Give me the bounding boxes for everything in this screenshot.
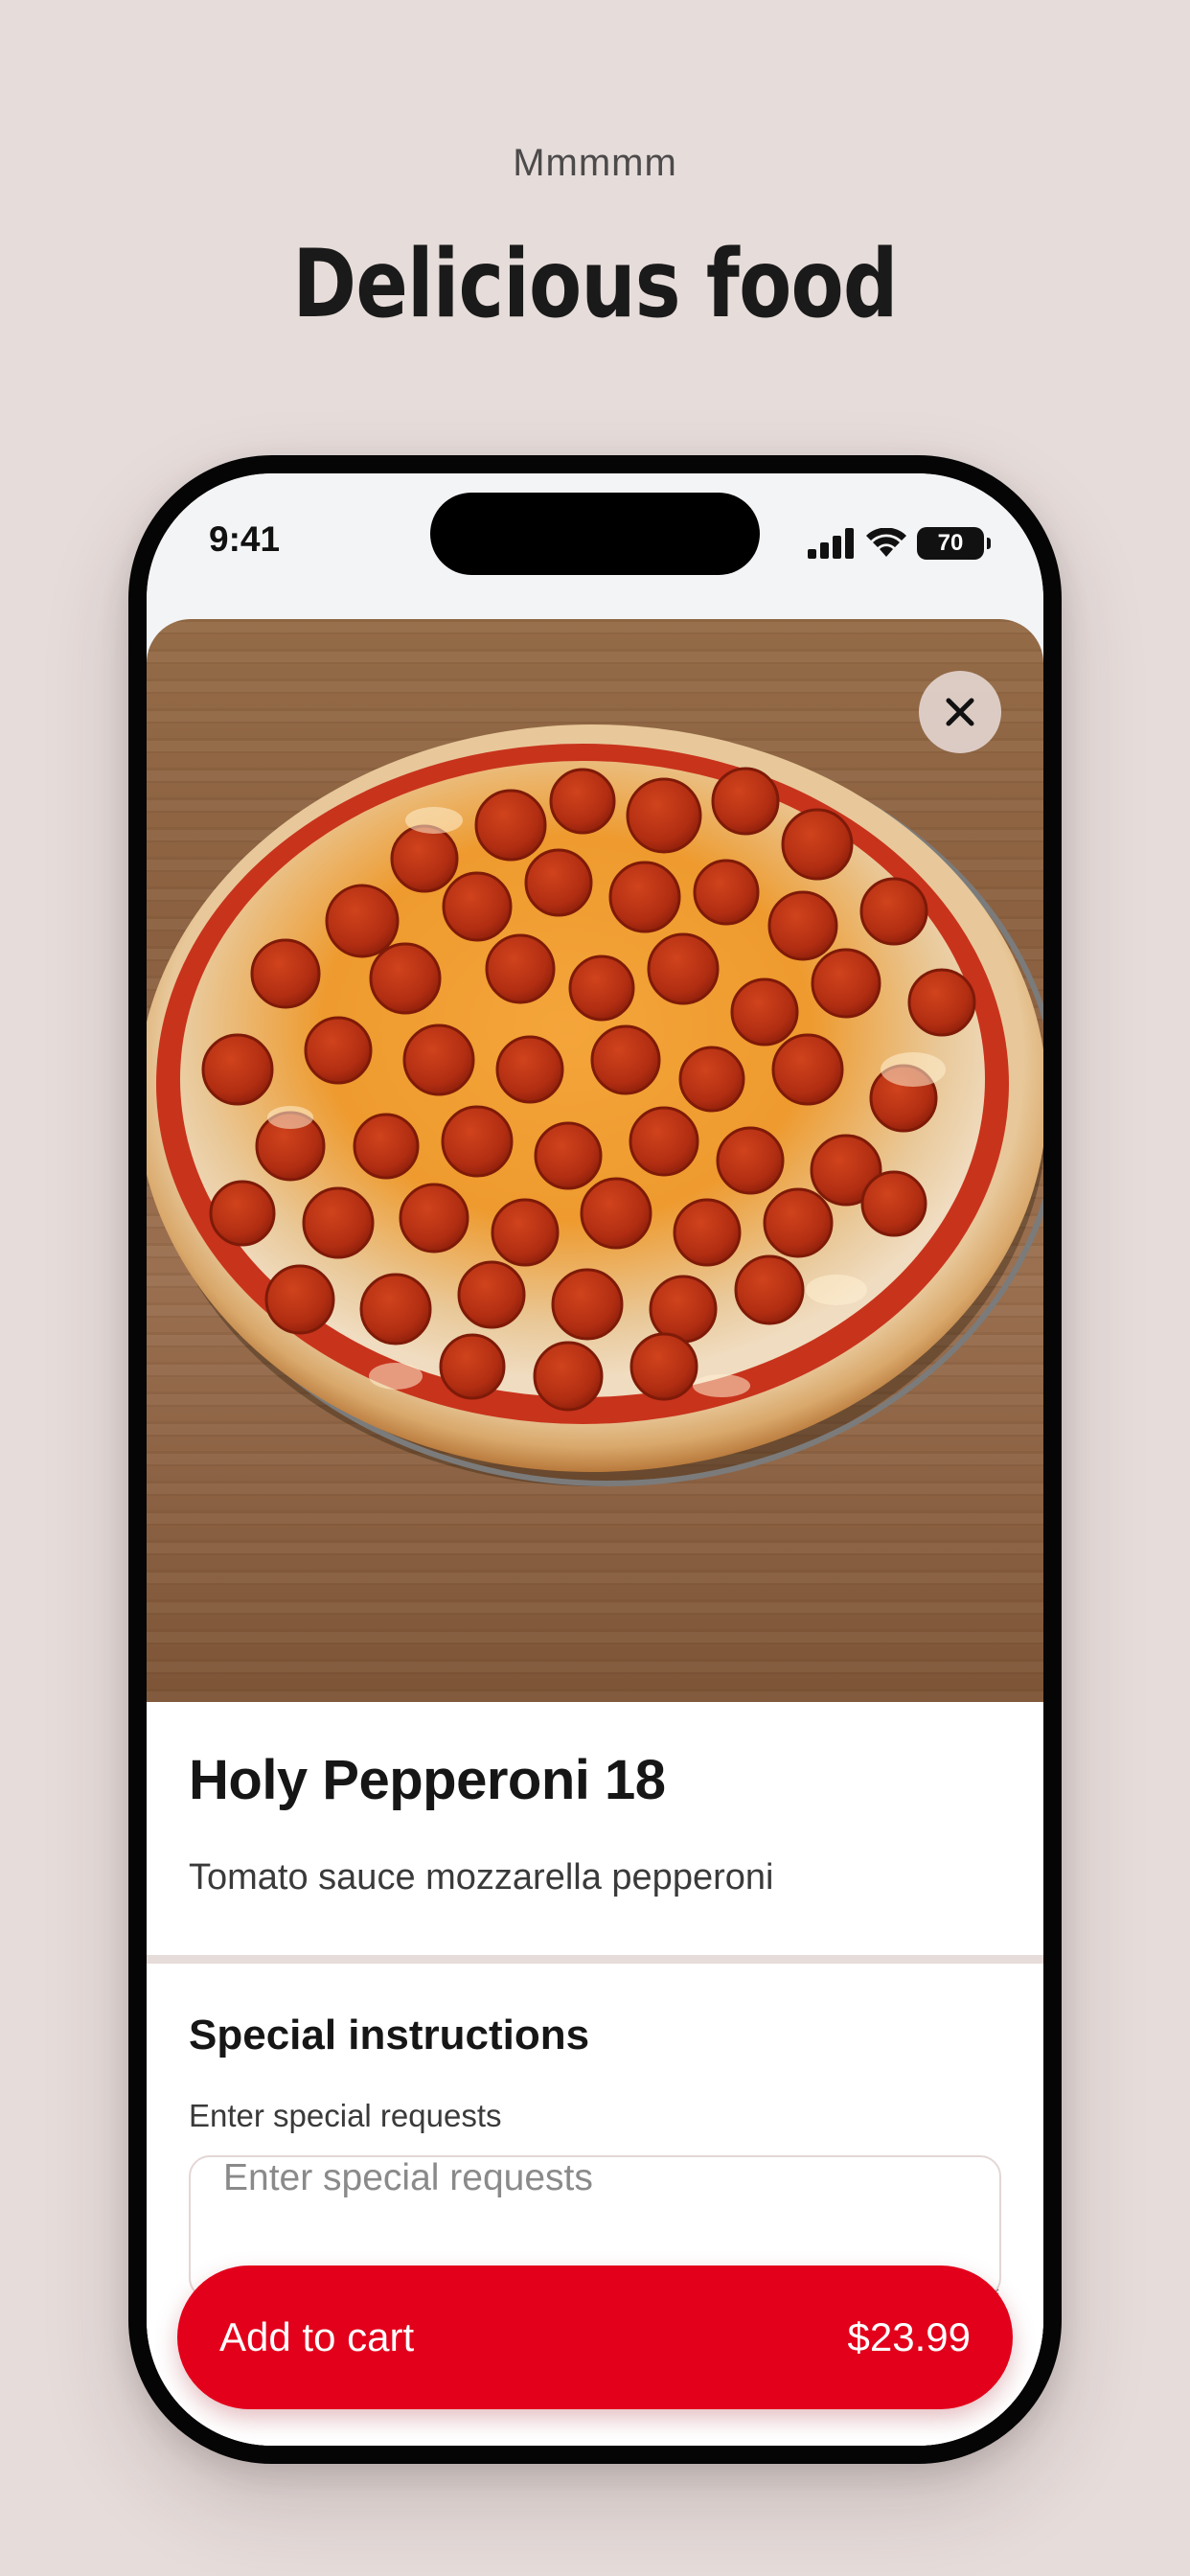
add-to-cart-label: Add to cart [219, 2314, 415, 2359]
battery-icon: 70 [917, 527, 991, 560]
add-to-cart-button[interactable]: Add to cart $23.99 [177, 2266, 1013, 2409]
signal-icon [808, 528, 854, 559]
pepperoni-pizza-photo [147, 724, 1043, 1486]
item-description: Tomato sauce mozzarella pepperoni [189, 1857, 774, 1898]
phone-screen: 9:41 70 Holy Pepperoni 18 Tomato sauce m… [147, 473, 1043, 2446]
item-name: Holy Pepperoni 18 [189, 1749, 666, 1811]
close-button[interactable] [919, 671, 1001, 753]
section-divider [147, 1955, 1043, 1964]
status-icons: 70 [808, 527, 991, 560]
wifi-icon [866, 528, 906, 557]
status-bar: 9:41 70 [147, 473, 1043, 608]
item-image [147, 619, 1043, 1702]
instructions-label: Enter special requests [189, 2098, 502, 2133]
dynamic-island [430, 493, 760, 575]
item-sheet: Holy Pepperoni 18 Tomato sauce mozzarell… [147, 619, 1043, 2446]
promo-title: Delicious food [292, 230, 898, 339]
phone-frame: 9:41 70 Holy Pepperoni 18 Tomato sauce m… [128, 455, 1062, 2464]
close-icon [946, 698, 974, 726]
instructions-title: Special instructions [189, 2012, 590, 2058]
item-details: Holy Pepperoni 18 Tomato sauce mozzarell… [147, 1702, 1043, 1955]
promo-eyebrow: Mmmmm [513, 142, 677, 184]
battery-level: 70 [937, 530, 964, 556]
status-time: 9:41 [209, 519, 281, 559]
cart-price: $23.99 [847, 2314, 971, 2359]
